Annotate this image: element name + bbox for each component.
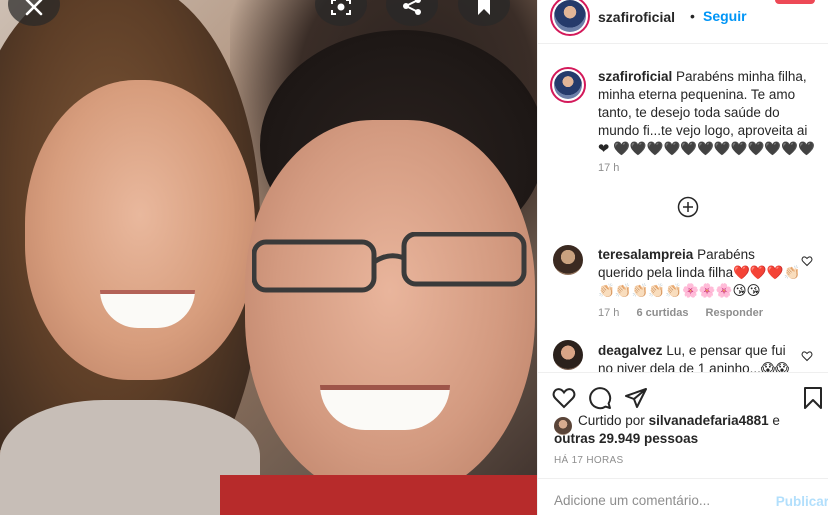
photo-face-right <box>245 120 535 500</box>
comment-username[interactable]: teresalampreia <box>598 247 693 262</box>
post-timestamp[interactable]: HÁ 17 HORAS <box>554 455 623 466</box>
bookmark-icon[interactable] <box>803 386 823 410</box>
comment: teresalampreia Parabéns querido pela lin… <box>598 246 803 300</box>
caption: szafiroficial Parabéns minha filha, minh… <box>598 68 818 158</box>
photo-shirt-right <box>220 475 537 515</box>
photo-face-left <box>25 80 255 380</box>
follow-button[interactable]: Seguir <box>703 8 747 24</box>
liked-by-prefix: Curtido por <box>578 413 645 428</box>
comment-like-icon[interactable] <box>801 350 813 362</box>
comment-input[interactable]: Adicione um comentário... <box>554 493 710 508</box>
comment-avatar[interactable] <box>553 245 583 275</box>
bookmark-icon <box>478 0 490 15</box>
caption-username[interactable]: szafiroficial <box>598 69 672 84</box>
post-side-panel: szafiroficial • Seguir szafiroficial Par… <box>537 0 828 515</box>
comments-list[interactable]: szafiroficial Parabéns minha filha, minh… <box>538 45 828 372</box>
comment-meta: 17 h 6 curtidas Responder <box>598 307 763 319</box>
caption-avatar[interactable] <box>550 67 586 103</box>
comment-like-icon[interactable] <box>801 255 813 267</box>
send-icon[interactable] <box>624 386 648 410</box>
author-username[interactable]: szafiroficial <box>598 9 675 25</box>
liked-by: Curtido por silvanadefaria4881 e <box>578 412 818 430</box>
liked-by-others-line: outras 29.949 pessoas <box>554 430 698 448</box>
plus-circle-icon[interactable] <box>677 196 699 218</box>
caption-time[interactable]: 17 h <box>598 162 619 174</box>
post-photo[interactable] <box>0 0 537 515</box>
lens-search-icon <box>331 0 351 15</box>
liked-by-connector: e <box>772 413 780 428</box>
liked-by-others[interactable]: outras 29.949 pessoas <box>554 431 698 446</box>
author-avatar[interactable] <box>550 0 590 36</box>
share-icon <box>403 0 421 15</box>
reply-button[interactable]: Responder <box>706 307 763 319</box>
notification-badge <box>775 0 815 4</box>
comment-likes[interactable]: 6 curtidas <box>636 307 688 319</box>
comment-username[interactable]: deagalvez <box>598 343 663 358</box>
comment-avatar[interactable] <box>553 340 583 370</box>
photo-glasses <box>252 232 527 293</box>
comment-icon[interactable] <box>588 386 612 410</box>
close-icon <box>25 0 43 16</box>
comment: deagalvez Lu, e pensar que fui no niver … <box>598 342 803 372</box>
comment-time[interactable]: 17 h <box>598 307 619 319</box>
header-separator: • <box>690 8 695 24</box>
heart-icon[interactable] <box>552 386 576 410</box>
add-comment-bar: Adicione um comentário... Publicar <box>538 478 828 515</box>
post-header: szafiroficial • Seguir <box>538 0 828 44</box>
liked-by-user[interactable]: silvanadefaria4881 <box>649 413 769 428</box>
publish-button[interactable]: Publicar <box>776 494 828 509</box>
